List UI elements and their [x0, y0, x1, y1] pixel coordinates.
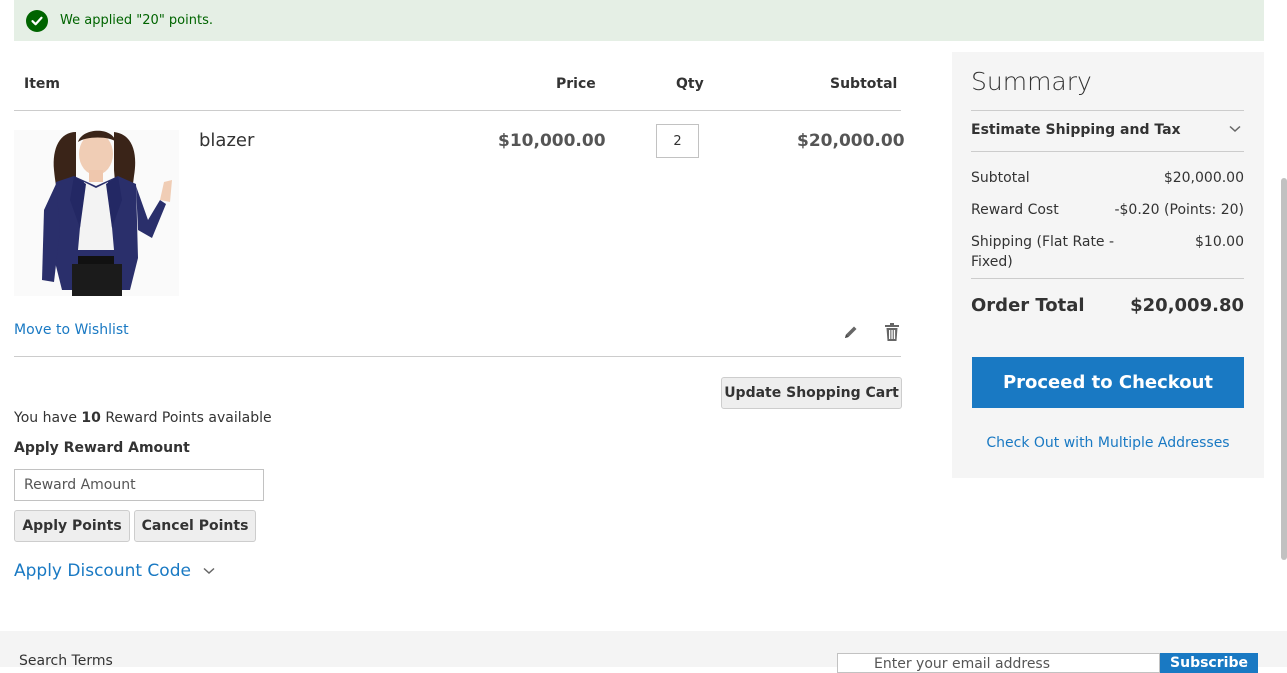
trash-icon[interactable] [883, 322, 901, 342]
summary-divider [971, 278, 1244, 279]
footer: Search Terms Enter your email address Su… [0, 631, 1287, 673]
proceed-to-checkout-button[interactable]: Proceed to Checkout [972, 357, 1244, 408]
summary-divider [971, 110, 1244, 111]
item-subtotal: $20,000.00 [797, 131, 905, 151]
order-summary: Summary Estimate Shipping and Tax Subtot… [952, 52, 1264, 478]
chevron-down-icon[interactable] [1228, 124, 1242, 134]
qty-input[interactable]: 2 [656, 124, 699, 158]
item-divider [14, 356, 901, 357]
subtotal-value: $20,000.00 [1163, 170, 1244, 186]
apply-discount-code-label: Apply Discount Code [14, 561, 191, 581]
header-price: Price [556, 76, 596, 92]
update-shopping-cart-button[interactable]: Update Shopping Cart [721, 377, 902, 409]
multi-address-checkout-link: Check Out with Multiple Addresses [986, 435, 1230, 451]
estimate-shipping-toggle[interactable]: Estimate Shipping and Tax [971, 122, 1181, 138]
summary-title: Summary [971, 67, 1092, 96]
header-subtotal: Subtotal [830, 76, 898, 92]
success-message-text: We applied "20" points. [60, 13, 213, 28]
page-scrollbar[interactable] [1281, 178, 1287, 560]
chevron-down-icon [203, 567, 215, 575]
apply-points-button[interactable]: Apply Points [14, 510, 130, 542]
move-to-wishlist-link[interactable]: Move to Wishlist [14, 322, 129, 338]
shipping-label: Shipping (Flat Rate - Fixed) [971, 234, 1115, 270]
check-circle-icon [26, 9, 48, 32]
reward-amount-input[interactable] [14, 469, 264, 501]
order-total-value: $20,009.80 [1130, 295, 1244, 316]
reward-cost-label: Reward Cost [971, 202, 1059, 218]
reward-cost-value: -$0.20 (Points: 20) [1114, 202, 1244, 218]
newsletter-email-field[interactable]: Enter your email address [837, 653, 1160, 673]
header-divider [14, 110, 901, 111]
summary-divider [971, 151, 1244, 152]
header-qty: Qty [676, 76, 704, 92]
subtotal-label: Subtotal [971, 170, 1030, 186]
reward-points-count: 10 [81, 410, 101, 426]
success-message: We applied "20" points. [14, 0, 1264, 41]
reward-points-available: You have 10 Reward Points available [14, 410, 272, 426]
blazer-product-image[interactable] [14, 130, 179, 296]
subscribe-button[interactable]: Subscribe [1160, 653, 1258, 673]
apply-discount-code-toggle[interactable]: Apply Discount Code [14, 561, 215, 581]
order-total-label: Order Total [971, 295, 1085, 316]
product-name[interactable]: blazer [199, 130, 254, 151]
apply-reward-amount-label: Apply Reward Amount [14, 440, 190, 456]
item-price: $10,000.00 [498, 131, 606, 151]
shipping-value: $10.00 [1195, 234, 1244, 250]
header-item: Item [24, 76, 60, 92]
cancel-points-button[interactable]: Cancel Points [134, 510, 256, 542]
edit-pencil-icon[interactable] [842, 323, 860, 341]
